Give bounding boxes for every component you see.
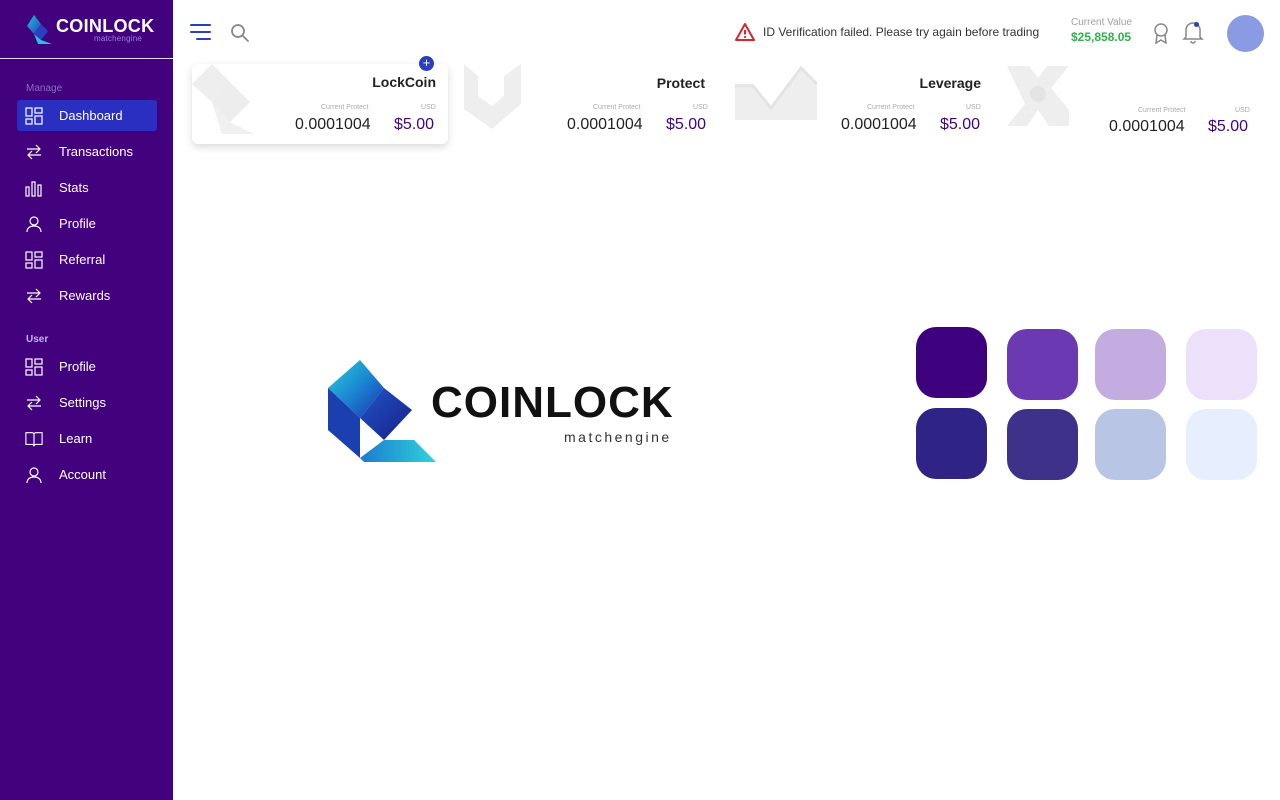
coin-amount: 0.0001004 [295,116,371,133]
logo-wordmark: COINLOCK [431,378,674,427]
sidebar-item-label: Profile [59,359,96,374]
current-value-amount: $25,858.05 [1071,30,1132,44]
verification-alert: ID Verification failed. Please try again… [735,22,1039,42]
sidebar-item-label: Learn [59,431,93,446]
add-coin-button[interactable]: + [419,56,434,71]
sidebar-item-label: Account [59,467,106,482]
swap-arrows-icon [25,143,43,161]
sidebar-item-settings[interactable]: Settings [17,387,157,418]
color-swatch [916,327,987,398]
card-label-usd: USD [693,104,708,111]
coin-card-lockcoin[interactable]: LockCoin Current Protect USD 0.0001004 $… [192,64,448,144]
sidebar-item-stats[interactable]: Stats [17,172,157,203]
x-watermark-icon [1007,66,1069,126]
sidebar-item-rewards[interactable]: Rewards [17,280,157,311]
brand-tagline: matchengine [94,34,143,43]
coin-name: Leverage [919,75,981,91]
coinlock-logo-icon [328,360,436,462]
protect-watermark-icon [464,64,521,129]
bar-chart-icon [25,179,43,197]
sidebar-item-label: Referral [59,252,106,267]
section-label-manage: Manage [26,83,63,94]
brand-logo[interactable]: COINLOCK matchengine [24,12,154,46]
sidebar-item-label: Transactions [59,144,133,159]
search-button[interactable] [229,22,251,44]
award-icon [1154,23,1168,45]
card-label-current-protect: Current Protect [867,104,915,111]
notifications-button[interactable] [1182,20,1204,44]
coin-usd-value: $5.00 [394,116,435,133]
color-swatch [1095,409,1166,480]
card-label-current-protect: Current Protect [593,104,641,111]
logo-tagline: matchengine [564,429,672,445]
color-swatch [1095,329,1166,400]
sidebar-item-label: Stats [59,180,89,195]
coin-amount: 0.0001004 [567,116,643,133]
coin-usd-value: $5.00 [1208,118,1249,135]
color-swatch [1186,329,1257,400]
coin-card-protect[interactable]: Protect Current Protect USD 0.0001004 $5… [464,64,720,144]
leverage-watermark-icon [735,65,817,120]
sidebar-item-label: Dashboard [59,108,123,123]
sidebar-item-profile[interactable]: Profile [17,208,157,239]
grid-icon [25,106,43,125]
section-label-user: User [26,334,49,345]
sidebar-item-learn[interactable]: Learn [17,423,157,454]
sidebar-item-account[interactable]: Account [17,459,157,490]
alert-text: ID Verification failed. Please try again… [763,25,1040,39]
current-value-label: Current Value [1071,17,1132,28]
current-value: Current Value $25,858.05 [1071,17,1132,44]
coin-amount: 0.0001004 [841,116,917,133]
warning-icon [735,23,755,41]
card-label-usd: USD [1235,107,1250,114]
coin-name: Protect [656,75,705,91]
avatar[interactable] [1227,15,1264,52]
coin-amount: 0.0001004 [1109,118,1185,135]
card-label-usd: USD [966,104,981,111]
swap-arrows-icon [25,287,43,305]
sidebar-item-dashboard[interactable]: Dashboard [17,100,157,131]
card-label-current-protect: Current Protect [321,104,369,111]
hamburger-menu-button[interactable] [190,22,212,42]
color-swatch [916,408,987,479]
sidebar-item-label: Settings [59,395,106,410]
user-icon [25,466,43,484]
hamburger-icon [190,24,211,40]
coin-card-4[interactable]: Current Protect USD 0.0001004 $5.00 [1005,64,1265,144]
sidebar-item-label: Profile [59,216,96,231]
color-swatch [1007,329,1078,400]
coinlock-brand-logo: COINLOCK matchengine [326,358,706,466]
coin-name: LockCoin [372,74,436,90]
user-icon [25,215,43,233]
rewards-badge-button[interactable] [1152,22,1170,45]
search-icon [231,24,249,42]
coin-usd-value: $5.00 [666,116,707,133]
color-swatch [1007,409,1078,480]
sidebar-item-referral[interactable]: Referral [17,244,157,275]
sidebar: COINLOCK matchengine Manage Dashboard Tr… [0,0,173,800]
sidebar-item-transactions[interactable]: Transactions [17,136,157,167]
book-icon [25,430,43,448]
bell-icon [1182,22,1204,44]
coinlock-logo-icon [27,15,52,44]
sidebar-item-label: Rewards [59,288,111,303]
swap-arrows-icon [25,394,43,412]
sidebar-item-user-profile[interactable]: Profile [17,351,157,382]
notification-dot [1194,22,1199,27]
sidebar-divider [0,58,173,59]
coin-card-leverage[interactable]: Leverage Current Protect USD 0.0001004 $… [735,64,991,144]
color-swatch [1186,409,1257,480]
grid-icon [25,250,43,269]
card-label-current-protect: Current Protect [1138,107,1186,114]
grid-icon [25,357,43,376]
card-label-usd: USD [421,104,436,111]
coin-usd-value: $5.00 [940,116,981,133]
lockcoin-watermark-icon [192,64,254,134]
